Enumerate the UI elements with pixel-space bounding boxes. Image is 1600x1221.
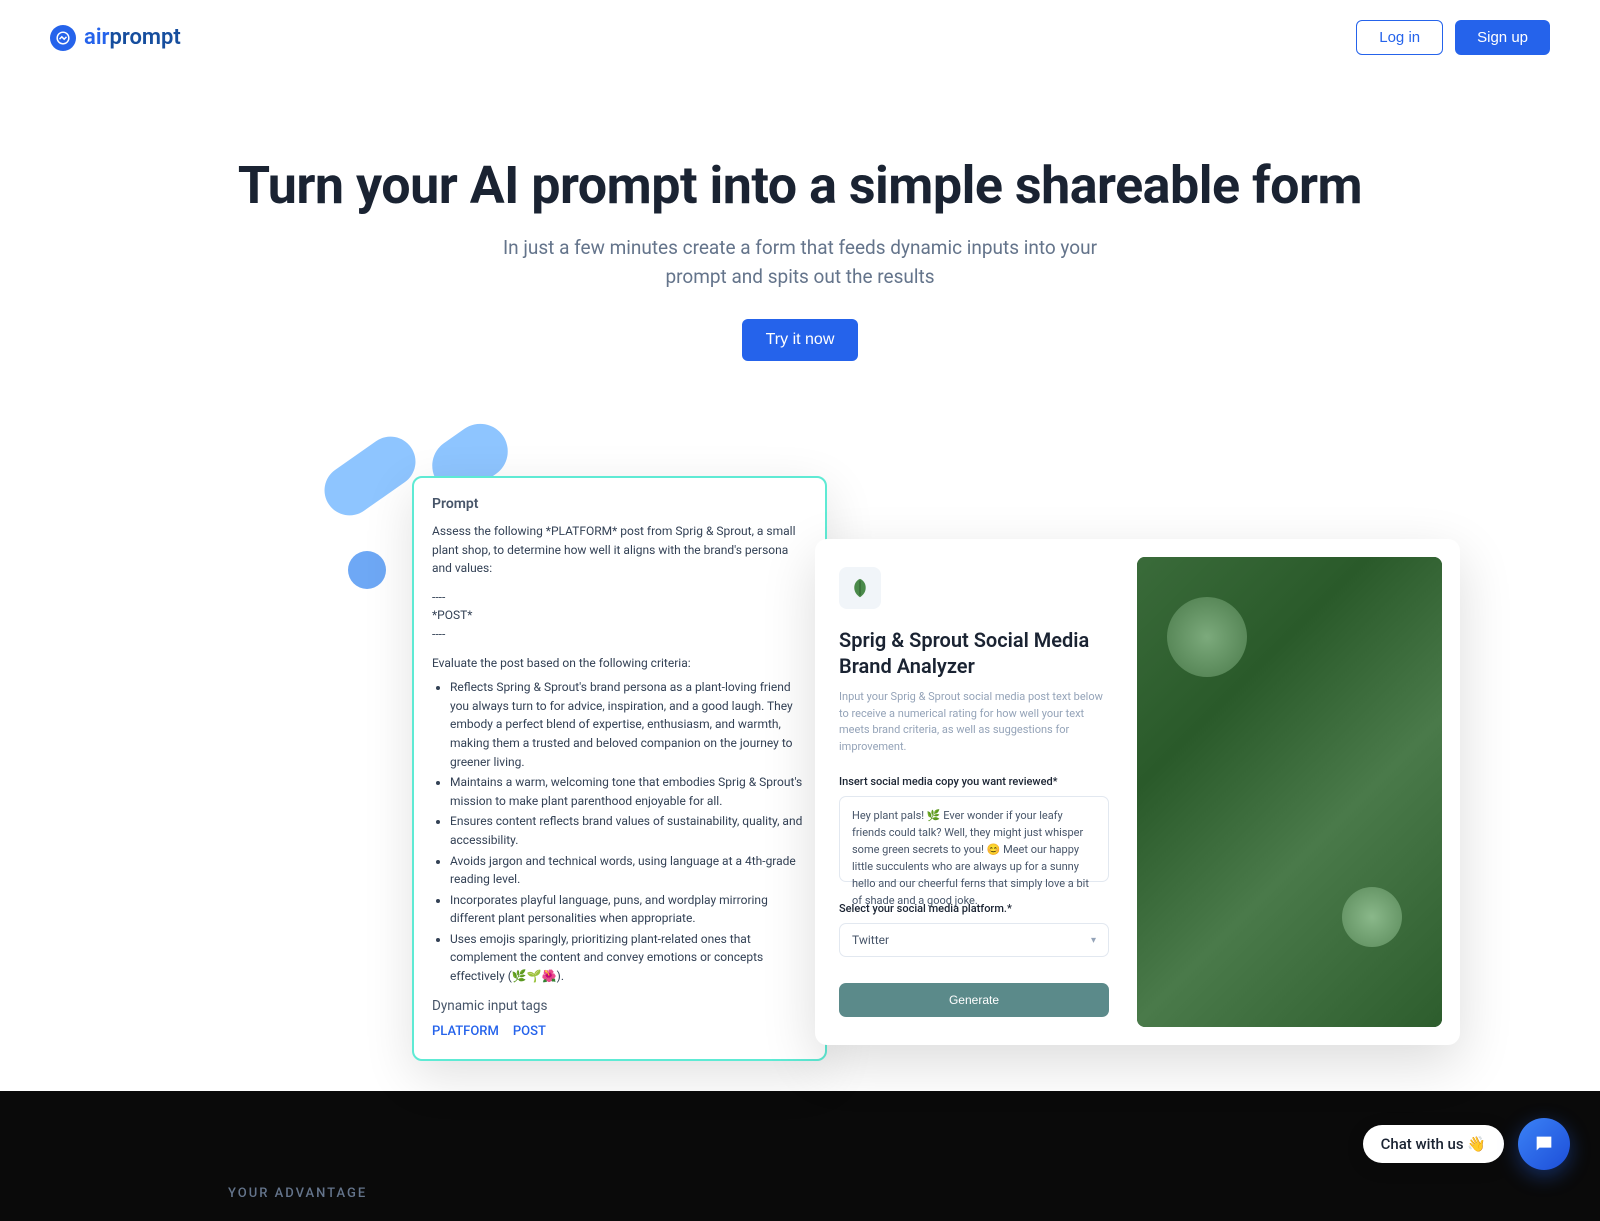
hero-visual: Prompt Assess the following *PLATFORM* p…	[200, 441, 1400, 1091]
chat-pill[interactable]: Chat with us 👋	[1363, 1125, 1504, 1163]
logo-icon	[50, 25, 76, 51]
login-button[interactable]: Log in	[1356, 20, 1443, 55]
tag-platform[interactable]: PLATFORM	[432, 1024, 499, 1039]
criteria-item: Maintains a warm, welcoming tone that em…	[450, 773, 807, 810]
hero: Turn your AI prompt into a simple sharea…	[0, 75, 1600, 401]
prompt-post-placeholder: *POST*	[432, 606, 807, 625]
hero-subtitle: In just a few minutes create a form that…	[20, 234, 1580, 291]
copy-textarea[interactable]: Hey plant pals! 🌿 Ever wonder if your le…	[839, 796, 1109, 882]
form-image	[1137, 557, 1442, 1027]
logo-text: airprompt	[84, 25, 181, 50]
tags-row: PLATFORM POST	[432, 1024, 807, 1039]
chat-widget: Chat with us 👋	[1363, 1118, 1570, 1170]
form-title: Sprig & Sprout Social Media Brand Analyz…	[839, 627, 1109, 679]
form-left: Sprig & Sprout Social Media Brand Analyz…	[833, 557, 1115, 1027]
select-value: Twitter	[852, 933, 889, 947]
form-label-platform: Select your social media platform.*	[839, 902, 1109, 915]
criteria-item: Avoids jargon and technical words, using…	[450, 852, 807, 889]
criteria-item: Ensures content reflects brand values of…	[450, 812, 807, 849]
prompt-card: Prompt Assess the following *PLATFORM* p…	[412, 476, 827, 1061]
form-card: Sprig & Sprout Social Media Brand Analyz…	[815, 539, 1460, 1045]
advantage-section: YOUR ADVANTAGE	[0, 1091, 1600, 1221]
prompt-sep: ----	[432, 625, 807, 644]
prompt-eval-label: Evaluate the post based on the following…	[432, 654, 807, 673]
logo[interactable]: airprompt	[50, 25, 181, 51]
form-description: Input your Sprig & Sprout social media p…	[839, 689, 1109, 755]
tag-post[interactable]: POST	[513, 1024, 546, 1039]
plant-image	[1137, 557, 1442, 1027]
criteria-item: Reflects Spring & Sprout's brand persona…	[450, 678, 807, 771]
hero-title: Turn your AI prompt into a simple sharea…	[20, 155, 1580, 216]
header-buttons: Log in Sign up	[1356, 20, 1550, 55]
generate-button[interactable]: Generate	[839, 983, 1109, 1017]
chat-button[interactable]	[1518, 1118, 1570, 1170]
prompt-criteria-list: Reflects Spring & Sprout's brand persona…	[450, 678, 807, 986]
leaf-icon	[839, 567, 881, 609]
dynamic-tags-label: Dynamic input tags	[432, 998, 807, 1014]
chevron-down-icon: ▾	[1091, 935, 1096, 946]
chat-icon	[1533, 1133, 1555, 1155]
prompt-intro: Assess the following *PLATFORM* post fro…	[432, 522, 807, 578]
criteria-item: Uses emojis sparingly, prioritizing plan…	[450, 930, 807, 986]
prompt-sep: ----	[432, 588, 807, 607]
try-it-now-button[interactable]: Try it now	[742, 319, 859, 361]
advantage-label: YOUR ADVANTAGE	[0, 1091, 1600, 1201]
signup-button[interactable]: Sign up	[1455, 20, 1550, 55]
criteria-item: Incorporates playful language, puns, and…	[450, 891, 807, 928]
form-label-copy: Insert social media copy you want review…	[839, 775, 1109, 788]
prompt-heading: Prompt	[432, 496, 807, 512]
header: airprompt Log in Sign up	[0, 0, 1600, 75]
platform-select[interactable]: Twitter ▾	[839, 923, 1109, 957]
